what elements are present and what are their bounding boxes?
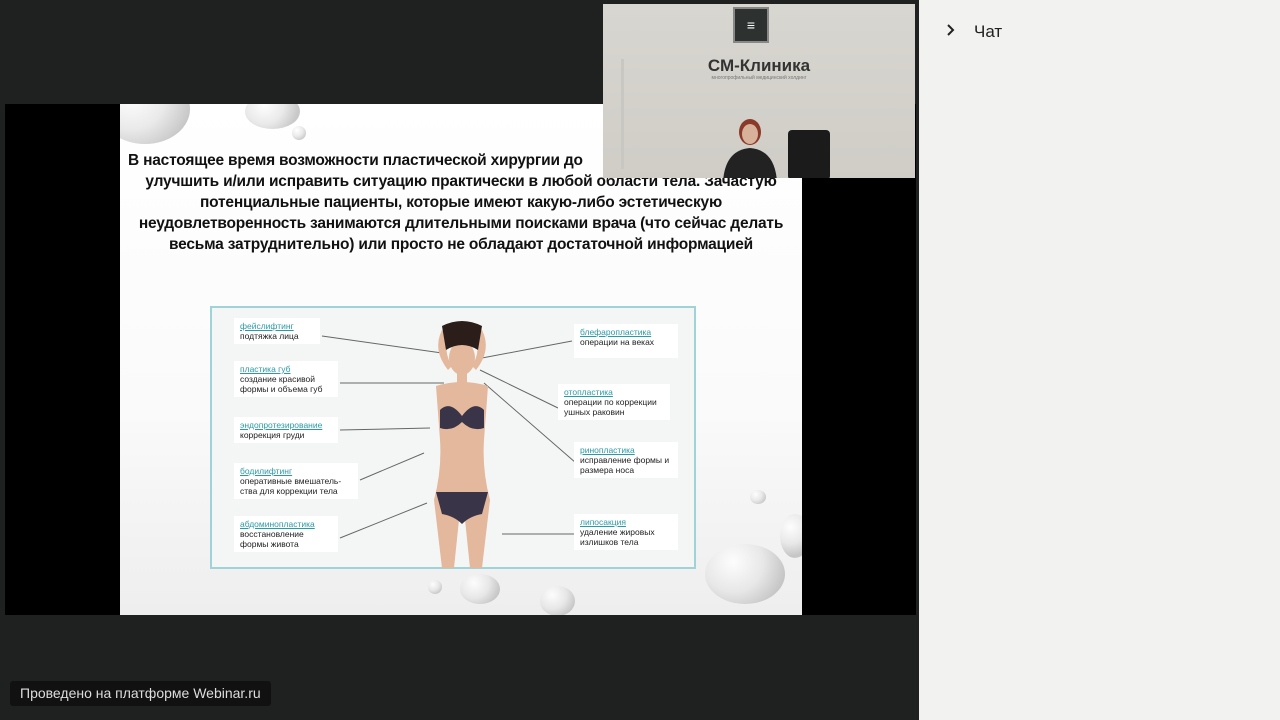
procedure-label: ринопластика исправление формы и размера… — [574, 442, 678, 478]
water-drop-decoration — [460, 574, 500, 604]
procedure-link[interactable]: блефаропластика — [580, 327, 672, 337]
procedure-desc: подтяжка лица — [240, 331, 299, 341]
water-drop-decoration — [540, 586, 575, 615]
water-drop-decoration — [292, 126, 306, 140]
presenter — [723, 119, 777, 178]
chat-toggle[interactable]: Чат — [944, 22, 1002, 42]
clinic-brand: СМ-Клиника — [707, 56, 811, 75]
procedure-label: липосакция удаление жировых излишков тел… — [574, 514, 678, 550]
procedure-label: абдоминопластика восстановление формы жи… — [234, 516, 338, 552]
procedure-desc: исправление формы и размера носа — [580, 455, 670, 475]
platform-badge[interactable]: Проведено на платформе Webinar.ru — [10, 681, 271, 706]
procedure-desc: коррекция груди — [240, 430, 305, 440]
office-chair — [788, 130, 830, 178]
procedure-label: отопластика операции по коррекции ушных … — [558, 384, 670, 420]
presentation-slide: В настоящее время возможности пластическ… — [120, 104, 802, 615]
chat-panel — [919, 0, 1280, 720]
water-drop-decoration — [750, 490, 766, 504]
procedure-label: эндопротезирование коррекция груди — [234, 417, 338, 443]
water-drop-decoration — [120, 104, 190, 144]
procedure-link[interactable]: фейслифтинг — [240, 321, 314, 331]
procedure-link[interactable]: липосакция — [580, 517, 672, 527]
procedure-label: пластика губ создание красивой формы и о… — [234, 361, 338, 397]
title-line: потенциальные пациенты, которые имеют ка… — [200, 194, 722, 211]
procedure-label: блефаропластика операции на веках — [574, 324, 678, 358]
procedure-link[interactable]: отопластика — [564, 387, 664, 397]
procedure-link[interactable]: эндопротезирование — [240, 420, 332, 430]
procedure-link[interactable]: ринопластика — [580, 445, 672, 455]
clinic-brand-sub: многопрофильный медицинский холдинг — [711, 75, 807, 81]
webcam-video[interactable]: ≡ СМ-Клиника многопрофильный медицинский… — [603, 4, 915, 178]
chevron-right-icon — [944, 22, 956, 42]
chat-label: Чат — [974, 22, 1003, 41]
procedure-desc: удаление жировых излишков тела — [580, 527, 655, 547]
procedure-label: фейслифтинг подтяжка лица — [234, 318, 320, 344]
procedure-link[interactable]: абдоминопластика — [240, 519, 332, 529]
water-drop-decoration — [245, 104, 300, 129]
procedure-link[interactable]: бодилифтинг — [240, 466, 352, 476]
surgery-diagram: фейслифтинг подтяжка лица пластика губ с… — [210, 306, 696, 569]
title-line: весьма затруднительно) или просто не обл… — [169, 236, 753, 253]
water-drop-decoration — [780, 514, 802, 558]
clinic-logo-icon: ≡ — [733, 7, 769, 43]
procedure-desc: операции на веках — [580, 337, 655, 347]
procedure-desc: оперативные вмешатель-ства для коррекции… — [240, 476, 342, 496]
water-drop-decoration — [428, 580, 442, 594]
procedure-desc: операции по коррекции ушных раковин — [564, 397, 657, 417]
procedure-desc: создание красивой формы и объема губ — [240, 374, 323, 394]
procedure-link[interactable]: пластика губ — [240, 364, 332, 374]
procedure-label: бодилифтинг оперативные вмешатель-ства д… — [234, 463, 358, 499]
model-figure-illustration — [434, 321, 490, 568]
procedure-desc: восстановление формы живота — [240, 529, 304, 549]
title-line: неудовлетворенность занимаются длительны… — [138, 215, 784, 232]
water-drop-decoration — [705, 544, 785, 604]
